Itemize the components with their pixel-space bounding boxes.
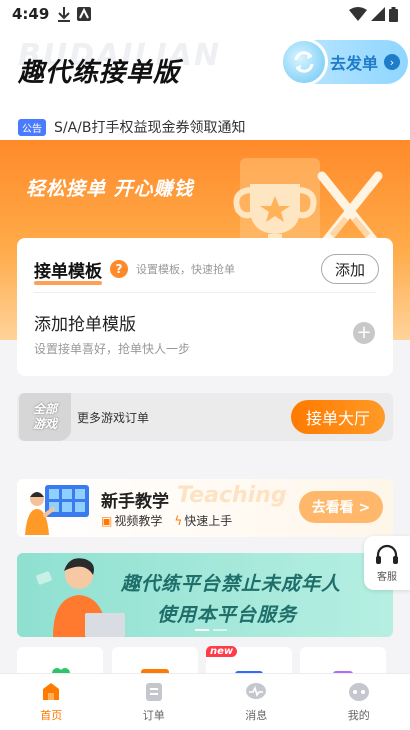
status-bar: 4:49 (0, 0, 410, 28)
new-badge: new (206, 646, 238, 657)
promo-line1: 趣代练平台禁止未成年人 (121, 573, 342, 595)
announcement-text: S/A/B打手权益现金券领取通知 (54, 120, 246, 136)
bottom-tab-bar: 首页 订单 消息 我的 (0, 673, 410, 730)
order-hall-button[interactable]: 接单大厅 (291, 400, 385, 434)
more-games-card[interactable]: 全部 游戏 更多游戏订单 接单大厅 (17, 393, 393, 441)
tutorial-watermark: Teaching (177, 483, 287, 508)
template-title: 接单模板 (34, 257, 102, 285)
tab-label: 我的 (347, 709, 370, 722)
announcement-bar[interactable]: 公告 S/A/B打手权益现金券领取通知 (18, 117, 246, 137)
banner-slogan: 轻松接单 开心赚钱 (26, 178, 194, 200)
video-icon: ▣ (101, 514, 113, 528)
download-icon (58, 7, 71, 22)
status-time: 4:49 (12, 5, 50, 23)
app-screen: 4:49 BUDAILIAN 趣代练接单版 去发单 › 公告 S/A/B打手权益… (0, 0, 410, 730)
tutorial-card[interactable]: Teaching 新手教学 ▣ 视频教学 ϟ 快速上手 去看看 > (17, 479, 393, 537)
home-header: BUDAILIAN 趣代练接单版 去发单 › 公告 S/A/B打手权益现金券领取… (0, 28, 410, 148)
video-tutorial-label: 视频教学 (114, 514, 163, 528)
announcement-tag: 公告 (18, 118, 46, 136)
tab-orders[interactable]: 订单 (103, 674, 206, 730)
help-icon[interactable]: ? (110, 260, 128, 278)
publish-order-button[interactable]: 去发单 › (280, 38, 408, 86)
add-grab-template-subtitle: 设置接单喜好，抢单快人一步 (34, 342, 191, 356)
headset-icon (376, 544, 398, 564)
app-notification-icon (77, 7, 92, 21)
tab-label: 消息 (245, 709, 268, 722)
page-title: 趣代练接单版 (18, 58, 181, 88)
customer-service-button[interactable]: 客服 (364, 536, 410, 590)
tab-label: 订单 (142, 709, 165, 722)
teacher-illustration (25, 485, 89, 535)
divider (34, 292, 376, 293)
promo-line2: 使用本平台服务 (157, 604, 298, 626)
tutorial-title: 新手教学 (101, 492, 169, 512)
profile-icon (348, 683, 369, 701)
tab-home[interactable]: 首页 (0, 674, 103, 730)
refresh-icon (280, 38, 328, 86)
signal-icon (371, 7, 385, 21)
wifi-icon (349, 7, 367, 21)
chevron-right-icon: › (384, 54, 400, 70)
go-see-button[interactable]: 去看看 > (299, 491, 383, 523)
tab-profile[interactable]: 我的 (308, 674, 410, 730)
carousel-indicator (195, 629, 227, 631)
promo-carousel[interactable]: 趣代练平台禁止未成年人 使用本平台服务 (17, 553, 393, 637)
tab-label: 首页 (40, 709, 63, 722)
more-games-text: 更多游戏订单 (77, 411, 150, 425)
publish-button-label: 去发单 (329, 54, 378, 73)
add-template-button[interactable]: 添加 (321, 254, 379, 284)
lightning-icon: ϟ (174, 514, 183, 528)
order-template-card: 接单模板 ? 设置模板，快速抢单 添加 添加抢单模版 设置接单喜好，抢单快人一步… (17, 238, 393, 376)
home-icon (43, 683, 60, 700)
plus-icon[interactable]: + (353, 322, 375, 344)
message-icon (246, 683, 267, 699)
battery-icon (389, 6, 398, 22)
quick-start-label: 快速上手 (184, 514, 233, 528)
tab-messages[interactable]: 消息 (205, 674, 308, 730)
customer-service-label: 客服 (377, 571, 397, 583)
add-grab-template-title[interactable]: 添加抢单模版 (34, 310, 136, 335)
orders-icon (145, 683, 162, 701)
template-hint: 设置模板，快速抢单 (136, 263, 235, 276)
all-games-badge: 全部 游戏 (19, 393, 71, 441)
